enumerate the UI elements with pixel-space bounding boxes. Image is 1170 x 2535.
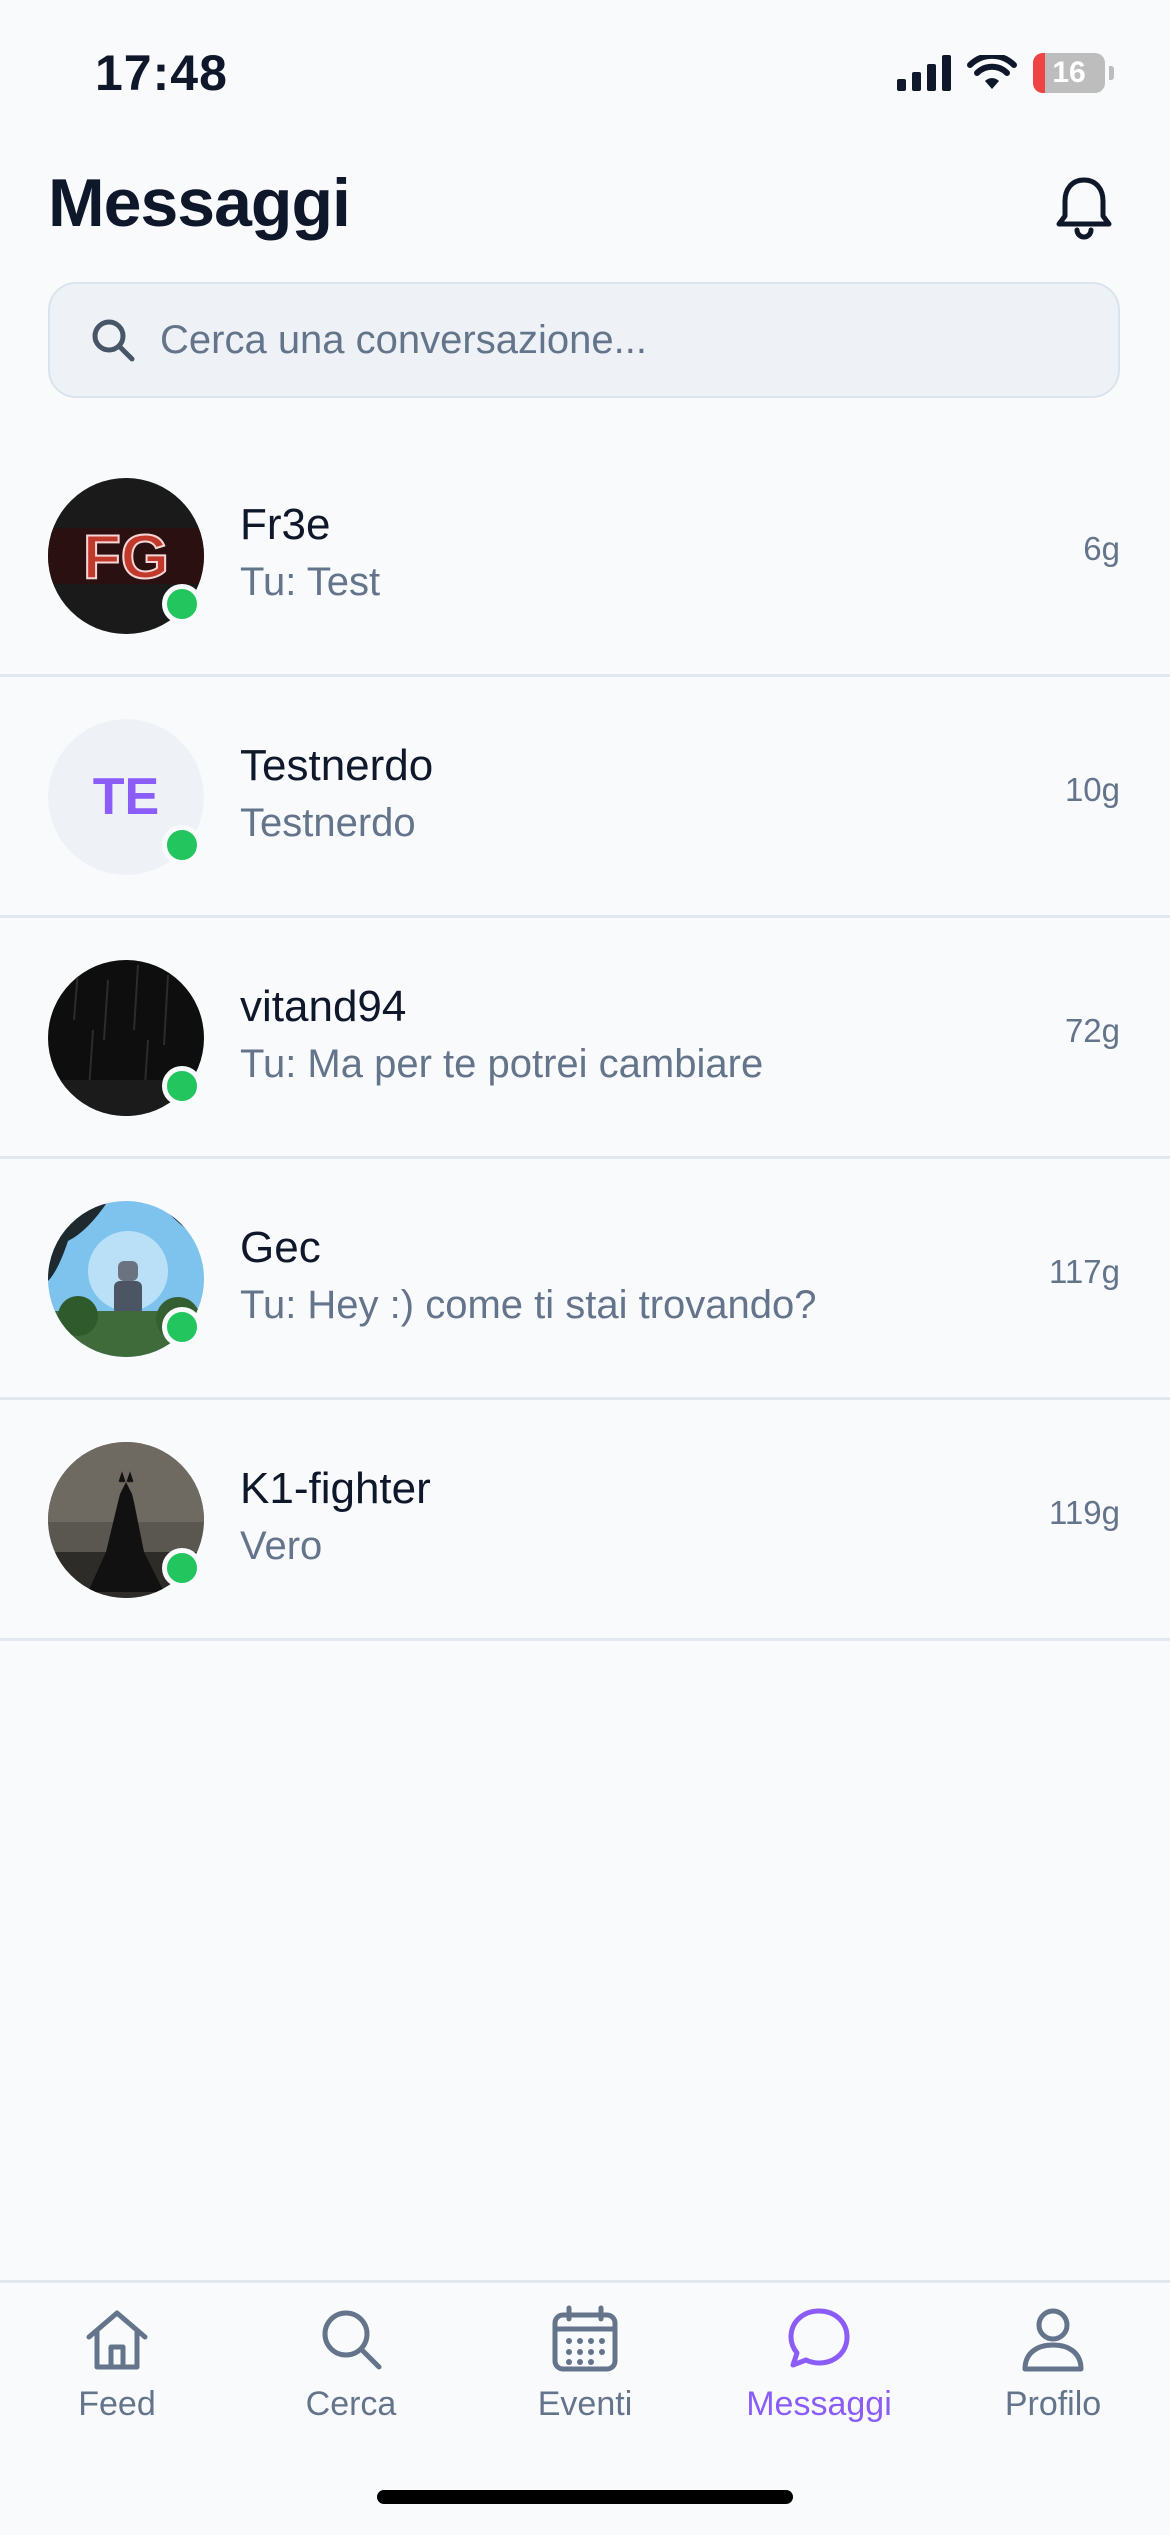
nav-item-profilo[interactable]: Profilo <box>936 2303 1170 2424</box>
conversation-name: Gec <box>240 1223 321 1272</box>
conversation-row[interactable]: TE Testnerdo Testnerdo 10g <box>0 677 1170 918</box>
conversation-name: vitand94 <box>240 982 407 1031</box>
conversation-preview: Testnerdo <box>240 801 416 845</box>
search-icon <box>322 2310 382 2370</box>
conversation-name: K1-fighter <box>240 1464 431 1513</box>
search-input[interactable] <box>158 316 1062 364</box>
home-icon <box>86 2310 148 2370</box>
conversation-row[interactable]: FG Fr3e Tu: Test 6g <box>0 436 1170 677</box>
avatar-logo-text: FG <box>83 523 169 592</box>
conversation-row[interactable]: vitand94 Tu: Ma per te potrei cambiare 7… <box>0 918 1170 1159</box>
online-indicator <box>162 825 202 865</box>
nav-label: Profilo <box>1004 2385 1102 2423</box>
status-time: 17:48 <box>95 45 228 101</box>
conversation-row[interactable]: Gec Tu: Hey :) come ti stai trovando? 11… <box>0 1159 1170 1400</box>
nav-item-feed[interactable]: Feed <box>0 2303 234 2424</box>
cellular-signal-icon <box>897 55 951 91</box>
page-title: Messaggi <box>48 165 351 241</box>
conversation-preview: Tu: Hey :) come ti stai trovando? <box>240 1283 817 1327</box>
notifications-bell-icon[interactable] <box>1048 172 1120 244</box>
conversation-time: 119g <box>1049 1494 1120 1531</box>
nav-item-messaggi[interactable]: Messaggi <box>702 2303 936 2424</box>
nav-label: Cerca <box>305 2385 397 2423</box>
home-indicator <box>377 2490 793 2504</box>
battery-tip <box>1109 66 1114 80</box>
conversation-name: Testnerdo <box>240 741 434 790</box>
conversation-preview: Vero <box>240 1524 323 1568</box>
nav-label: Messaggi <box>746 2385 892 2423</box>
conversation-time: 6g <box>1083 530 1120 567</box>
conversation-time: 10g <box>1064 771 1120 808</box>
conversation-preview: Tu: Test <box>240 560 381 604</box>
conversation-time: 117g <box>1049 1253 1120 1290</box>
online-indicator <box>162 1066 202 1106</box>
nav-item-eventi[interactable]: Eventi <box>468 2303 702 2424</box>
conversation-list: FG Fr3e Tu: Test 6g TE Testnerdo Testner… <box>0 436 1170 1641</box>
online-indicator <box>162 1307 202 1347</box>
user-icon <box>1022 2308 1084 2372</box>
wifi-icon <box>967 55 1017 89</box>
battery-level: 16 <box>1052 56 1086 89</box>
search-bar[interactable] <box>48 282 1120 398</box>
conversation-time: 72g <box>1064 1012 1120 1049</box>
nav-item-cerca[interactable]: Cerca <box>234 2303 468 2424</box>
conversation-name: Fr3e <box>240 500 331 549</box>
conversation-preview: Tu: Ma per te potrei cambiare <box>240 1042 764 1086</box>
search-icon <box>92 319 135 362</box>
status-bar: 17:48 16 <box>0 0 1170 140</box>
online-indicator <box>162 1548 202 1588</box>
conversation-row[interactable]: K1-fighter Vero 119g <box>0 1400 1170 1641</box>
nav-label: Feed <box>78 2385 156 2423</box>
chat-bubble-icon <box>788 2308 850 2368</box>
battery-icon: 16 <box>1033 53 1105 93</box>
online-indicator <box>162 584 202 624</box>
calendar-icon <box>552 2305 618 2372</box>
nav-label: Eventi <box>537 2385 633 2423</box>
status-icons: 16 <box>897 50 1114 96</box>
